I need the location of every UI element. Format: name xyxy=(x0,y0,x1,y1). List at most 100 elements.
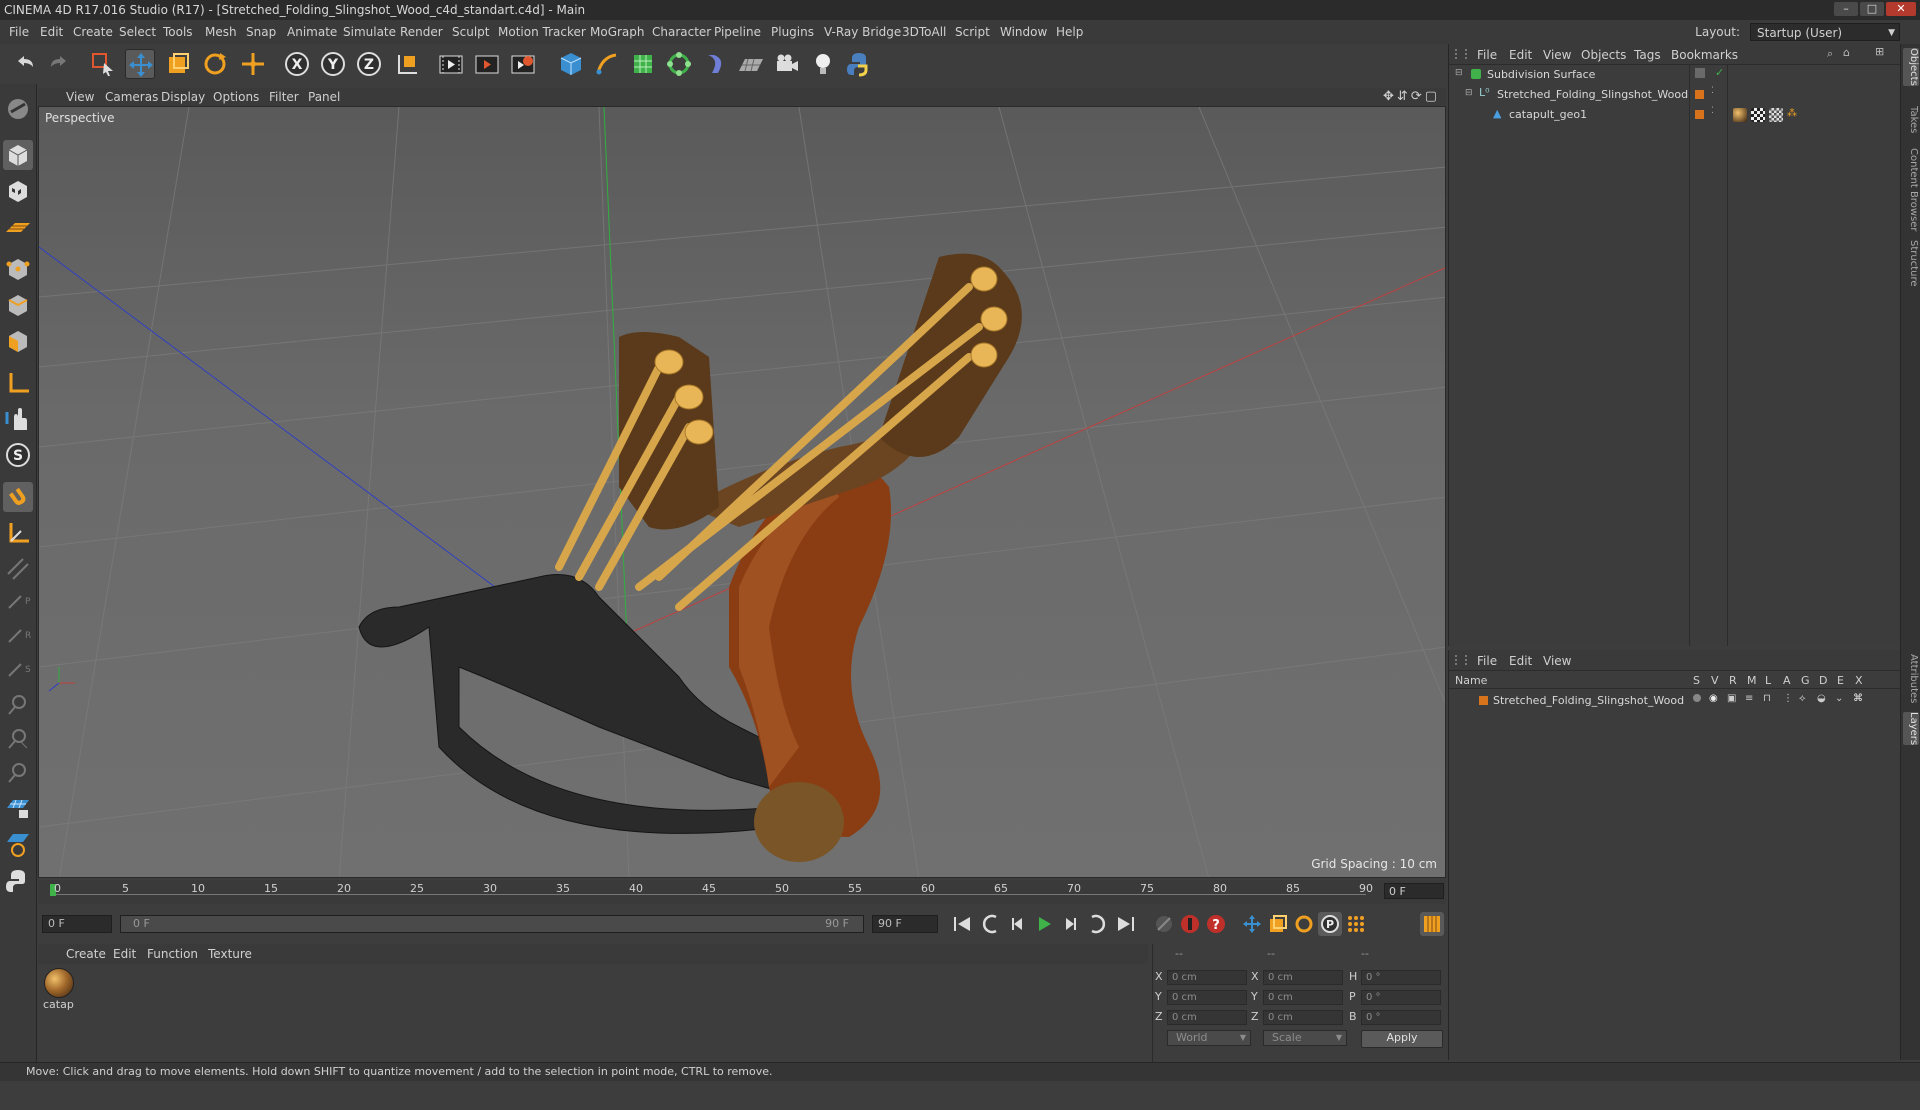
current-frame-field[interactable]: 0 F xyxy=(42,915,112,933)
layers-menu-view[interactable]: View xyxy=(1543,654,1571,668)
viewport-menu-filter[interactable]: Filter xyxy=(269,90,299,104)
visible-icon[interactable]: ◉ xyxy=(1709,693,1718,704)
collapse-icon[interactable]: ⊟ xyxy=(1465,88,1473,98)
xref-icon[interactable]: ⌘ xyxy=(1853,693,1863,704)
expression-icon[interactable]: ⌄ xyxy=(1835,693,1843,704)
material-preview[interactable] xyxy=(44,968,74,998)
array-button[interactable] xyxy=(664,49,694,79)
timeline-ruler[interactable]: 0 5 10 15 20 25 30 35 40 45 50 55 60 65 … xyxy=(38,880,1446,904)
menu-animate[interactable]: Animate xyxy=(287,25,337,39)
column-locked[interactable]: L xyxy=(1765,674,1771,687)
collapse-icon[interactable]: ⊟ xyxy=(1455,68,1463,78)
render-icon[interactable]: ▣ xyxy=(1727,693,1736,704)
camera-button[interactable] xyxy=(772,49,802,79)
lock-y-button[interactable]: R xyxy=(3,622,33,652)
paint-button[interactable] xyxy=(3,724,33,754)
object-row[interactable]: ▲ catapult_geo1 ⁚ ⁂ xyxy=(1449,106,1901,124)
edit-toggle-icon[interactable] xyxy=(1695,68,1705,78)
viewport-navigation-icons[interactable]: ✥⇵⟳▢ xyxy=(1383,89,1440,104)
layer-color-swatch[interactable] xyxy=(1479,696,1488,705)
visibility-dots-icon[interactable]: ⁚ xyxy=(1711,106,1714,116)
edit-render-settings-button[interactable] xyxy=(508,49,538,79)
light-button[interactable] xyxy=(808,49,838,79)
size-y-field[interactable]: 0 cm xyxy=(1263,990,1343,1005)
objects-menu-objects[interactable]: Objects xyxy=(1581,48,1626,62)
coordinate-space-select[interactable]: World ▼ xyxy=(1167,1030,1251,1046)
coordinate-mode-select[interactable]: Scale ▼ xyxy=(1263,1030,1347,1046)
menu-file[interactable]: File xyxy=(9,25,29,39)
x-axis-button[interactable]: X xyxy=(282,49,312,79)
texture-mode-button[interactable] xyxy=(3,176,33,206)
deformer-button[interactable] xyxy=(700,49,730,79)
workplane-button[interactable] xyxy=(3,212,33,242)
rotate-button[interactable] xyxy=(200,49,230,79)
viewport-menu-options[interactable]: Options xyxy=(213,90,259,104)
texture-tag-icon[interactable] xyxy=(1769,108,1783,122)
menu-mesh[interactable]: Mesh xyxy=(205,25,237,39)
menu-render[interactable]: Render xyxy=(400,25,443,39)
brush-button[interactable] xyxy=(3,690,33,720)
y-axis-button[interactable]: Y xyxy=(318,49,348,79)
menu-edit[interactable]: Edit xyxy=(40,25,63,39)
column-manager[interactable]: M xyxy=(1747,674,1757,687)
snap-button[interactable]: S xyxy=(3,440,33,470)
keyframe-help-button[interactable]: ? xyxy=(1204,912,1228,936)
rot-b-field[interactable]: 0 ° xyxy=(1361,1010,1441,1025)
tab-layers[interactable]: Layers xyxy=(1903,712,1919,746)
tab-attributes[interactable]: Attributes xyxy=(1903,654,1919,703)
visibility-dots-icon[interactable]: ⁚ xyxy=(1711,86,1714,96)
goto-start-button[interactable] xyxy=(950,912,974,936)
objects-menu-tags[interactable]: Tags xyxy=(1634,48,1661,62)
tweak-mode-button[interactable] xyxy=(3,404,33,434)
lock-icon[interactable]: ⊓ xyxy=(1763,693,1771,704)
live-selection-button[interactable] xyxy=(88,49,118,79)
layout-select[interactable]: Startup (User) ▼ xyxy=(1750,23,1900,41)
prev-key-button[interactable] xyxy=(980,912,1004,936)
record-keys-button[interactable] xyxy=(1152,912,1176,936)
column-deformers[interactable]: D xyxy=(1819,674,1827,687)
timeline-track[interactable] xyxy=(52,894,1366,903)
minimize-button[interactable]: – xyxy=(1834,2,1858,16)
menu-help[interactable]: Help xyxy=(1056,25,1083,39)
column-visible[interactable]: V xyxy=(1711,674,1719,687)
timeline-window-button[interactable] xyxy=(1420,912,1444,936)
python-button[interactable] xyxy=(844,49,874,79)
column-generators[interactable]: G xyxy=(1801,674,1810,687)
floor-button[interactable] xyxy=(736,49,766,79)
search-icon[interactable]: ⌕ xyxy=(1827,47,1833,61)
material-menu-texture[interactable]: Texture xyxy=(208,947,252,961)
material-menu-edit[interactable]: Edit xyxy=(113,947,136,961)
subdivision-button[interactable] xyxy=(628,49,658,79)
make-editable-button[interactable] xyxy=(3,94,33,124)
layer-color-swatch[interactable] xyxy=(1695,110,1704,119)
undo-button[interactable] xyxy=(10,49,40,79)
magnet-button[interactable] xyxy=(3,482,33,512)
model-mode-button[interactable] xyxy=(3,140,33,170)
panel-grip-icon[interactable] xyxy=(1455,49,1467,59)
z-axis-button[interactable]: Z xyxy=(354,49,384,79)
menu-vray-bridge[interactable]: V-Ray Bridge xyxy=(824,25,901,39)
generator-icon[interactable]: ⟡ xyxy=(1799,693,1806,704)
menu-select[interactable]: Select xyxy=(119,25,156,39)
close-button[interactable]: ✕ xyxy=(1886,2,1916,16)
render-picture-viewer-button[interactable] xyxy=(472,49,502,79)
redo-button[interactable] xyxy=(44,49,74,79)
layers-menu-file[interactable]: File xyxy=(1477,654,1497,668)
layer-color-swatch[interactable] xyxy=(1695,90,1704,99)
menu-snap[interactable]: Snap xyxy=(246,25,276,39)
rot-h-field[interactable]: 0 ° xyxy=(1361,970,1441,985)
menu-script[interactable]: Script xyxy=(955,25,990,39)
menu-character[interactable]: Character xyxy=(652,25,711,39)
size-x-field[interactable]: 0 cm xyxy=(1263,970,1343,985)
viewport-menu-panel[interactable]: Panel xyxy=(308,90,340,104)
autokey-button[interactable] xyxy=(1178,912,1202,936)
column-solo[interactable]: S xyxy=(1693,674,1700,687)
play-button[interactable] xyxy=(1032,912,1056,936)
viewport-menu-view[interactable]: View xyxy=(66,90,94,104)
material-menu-create[interactable]: Create xyxy=(66,947,106,961)
menu-create[interactable]: Create xyxy=(73,25,113,39)
tab-structure[interactable]: Structure xyxy=(1903,240,1919,287)
layer-row[interactable]: Stretched_Folding_Slingshot_Wood ◉ ▣ ≡ ⊓… xyxy=(1449,692,1901,710)
key-scale-button[interactable] xyxy=(1266,912,1290,936)
edges-mode-button[interactable] xyxy=(3,290,33,320)
